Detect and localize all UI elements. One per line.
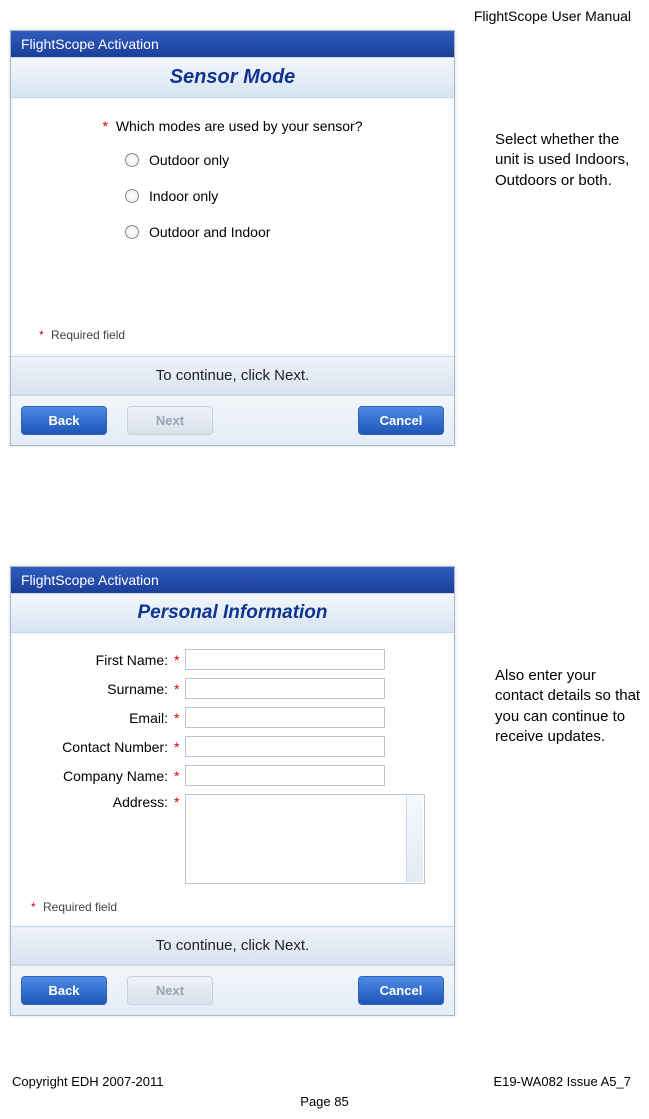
back-button[interactable]: Back [21,976,107,1005]
dialog-body: First Name: * Surname: * Email: * Contac… [13,635,452,924]
radio-label: Outdoor and Indoor [149,224,270,240]
row-email: Email: * [27,707,438,728]
form-rows: First Name: * Surname: * Email: * Contac… [27,649,438,884]
next-button[interactable]: Next [127,976,213,1005]
radio-icon [125,189,139,203]
radio-outdoor-and-indoor[interactable]: Outdoor and Indoor [125,224,430,240]
page-header: FlightScope User Manual [474,8,631,24]
input-contact-number[interactable] [185,736,385,757]
required-star-icon: * [31,900,36,914]
radio-label: Outdoor only [149,152,229,168]
label-company-name: Company Name: [27,768,172,784]
dialog-personal-info: FlightScope Activation Personal Informat… [10,566,455,1016]
footer-page: Page 85 [0,1094,649,1109]
continue-bar: To continue, click Next. [11,356,454,395]
radio-label: Indoor only [149,188,218,204]
dialog-titlebar: FlightScope Activation [11,567,454,593]
side-text-sensor-mode: Select whether the unit is used Indoors,… [495,130,645,191]
row-first-name: First Name: * [27,649,438,670]
button-group-left: Back Next [21,976,213,1005]
cancel-button[interactable]: Cancel [358,406,444,435]
label-surname: Surname: [27,681,172,697]
next-button[interactable]: Next [127,406,213,435]
sensor-mode-question: * Which modes are used by your sensor? [35,118,430,134]
radio-group-sensor-mode: Outdoor only Indoor only Outdoor and Ind… [35,152,430,240]
input-surname[interactable] [185,678,385,699]
dialog-titlebar: FlightScope Activation [11,31,454,57]
required-star-icon: * [174,794,179,810]
required-note: * Required field [35,320,430,346]
button-group-left: Back Next [21,406,213,435]
cancel-button[interactable]: Cancel [358,976,444,1005]
radio-indoor-only[interactable]: Indoor only [125,188,430,204]
label-first-name: First Name: [27,652,172,668]
footer-copyright: Copyright EDH 2007-2011 [12,1074,164,1089]
row-sensor-mode: FlightScope Activation Sensor Mode * Whi… [10,30,645,446]
footer-issue: E19-WA082 Issue A5_7 [493,1074,631,1089]
required-star-icon: * [174,768,179,784]
input-email[interactable] [185,707,385,728]
button-bar: Back Next Cancel [11,395,454,445]
label-contact-number: Contact Number: [27,739,172,755]
row-contact-number: Contact Number: * [27,736,438,757]
input-first-name[interactable] [185,649,385,670]
row-surname: Surname: * [27,678,438,699]
row-address: Address: * [27,794,438,884]
dialog-sensor-mode: FlightScope Activation Sensor Mode * Whi… [10,30,455,446]
dialog-body: * Which modes are used by your sensor? O… [13,100,452,354]
required-star-icon: * [174,710,179,726]
input-company-name[interactable] [185,765,385,786]
required-star-icon: * [174,739,179,755]
required-star-icon: * [174,681,179,697]
section-header-personal-info: Personal Information [11,593,454,633]
button-bar: Back Next Cancel [11,965,454,1015]
row-company-name: Company Name: * [27,765,438,786]
label-email: Email: [27,710,172,726]
required-note: * Required field [27,892,438,918]
side-text-personal-info: Also enter your contact details so that … [495,666,645,747]
section-header-sensor-mode: Sensor Mode [11,57,454,98]
required-star-icon: * [102,118,107,134]
required-star-icon: * [39,328,44,342]
continue-bar: To continue, click Next. [11,926,454,965]
radio-icon [125,225,139,239]
required-note-text: Required field [51,328,125,342]
radio-outdoor-only[interactable]: Outdoor only [125,152,430,168]
required-star-icon: * [174,652,179,668]
input-address[interactable] [185,794,425,884]
radio-icon [125,153,139,167]
question-text: Which modes are used by your sensor? [116,118,363,134]
required-note-text: Required field [43,900,117,914]
label-address: Address: [27,794,172,810]
back-button[interactable]: Back [21,406,107,435]
row-personal-info: FlightScope Activation Personal Informat… [10,566,645,1016]
